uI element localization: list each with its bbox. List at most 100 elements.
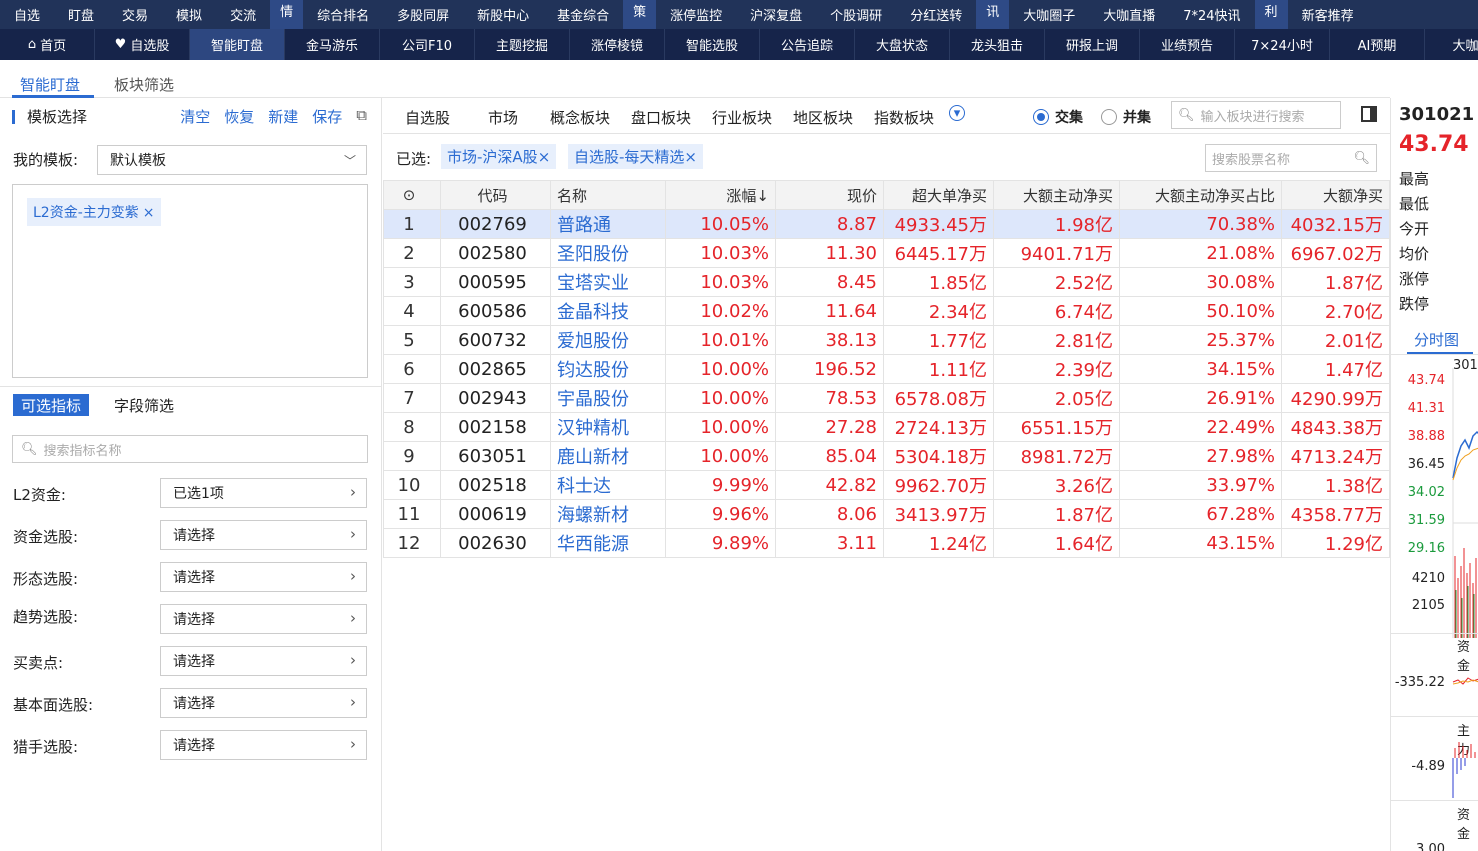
table-row[interactable]: 10 002518 科士达 9.99% 42.82 9962.70万 3.26亿 33.97%…	[383, 470, 1390, 500]
tab-zhineng-dingpan[interactable]: 智能盯盘	[20, 74, 80, 95]
new-button[interactable]: 新建	[268, 106, 298, 127]
save-button[interactable]: 保存	[312, 106, 342, 127]
tab-bankuai-shaixuan[interactable]: 板块筛选	[114, 74, 174, 95]
tab-intraday[interactable]: 分时图	[1414, 329, 1459, 350]
nav2-item[interactable]: 业绩预告	[1140, 29, 1235, 60]
nav2-zhineng-dingpan[interactable]: 智能盯盘	[190, 29, 285, 60]
settings-icon[interactable]: ⊙	[383, 180, 441, 210]
col-header[interactable]: 名称	[550, 180, 666, 210]
nav2-item[interactable]: 公告追踪	[760, 29, 855, 60]
nav-dingpan[interactable]: 盯盘	[54, 0, 108, 29]
stock-name[interactable]: 圣阳股份	[550, 238, 666, 268]
stock-name[interactable]: 宝塔实业	[550, 267, 666, 297]
copy-icon[interactable]: ⧉	[356, 106, 367, 127]
nav-diaoyan[interactable]: 个股调研	[816, 0, 896, 29]
table-row[interactable]: 12 002630 华西能源 9.89% 3.11 1.24亿 1.64亿 43.15% 1.2…	[383, 528, 1390, 558]
radio-union[interactable]: 并集	[1101, 107, 1151, 127]
stock-name[interactable]: 科士达	[550, 470, 666, 500]
col-header[interactable]: 大额主动净买占比	[1119, 180, 1282, 210]
stock-name[interactable]: 钧达股份	[550, 354, 666, 384]
tab-field-filter[interactable]: 字段筛选	[106, 394, 182, 416]
filter-select[interactable]: 请选择 ›	[160, 604, 367, 634]
col-header[interactable]: 大额主动净买	[993, 180, 1120, 210]
nav-zonghe[interactable]: 综合排名	[303, 0, 383, 29]
col-header-sorted[interactable]: 涨幅↓	[665, 180, 776, 210]
filter-select[interactable]: 请选择 ›	[160, 688, 367, 718]
cat-tab-zixuangu[interactable]: 自选股	[405, 107, 450, 128]
nav2-item[interactable]: 金马游乐	[285, 29, 380, 60]
cat-tab-pankou[interactable]: 盘口板块	[631, 107, 691, 128]
nav2-item[interactable]: 研报上调	[1045, 29, 1140, 60]
nav2-item[interactable]: 龙头狙击	[950, 29, 1045, 60]
nav-jiaoyi[interactable]: 交易	[108, 0, 162, 29]
cat-tab-zhishu[interactable]: 指数板块	[874, 107, 934, 128]
filter-select[interactable]: 请选择 ›	[160, 646, 367, 676]
stock-name[interactable]: 汉钟精机	[550, 412, 666, 442]
nav2-item[interactable]: 大咖圈	[1425, 29, 1478, 60]
nav-xinke[interactable]: 新客推荐	[1288, 0, 1368, 29]
remove-chip-icon[interactable]: ×	[538, 148, 551, 166]
nav2-item[interactable]: AI预期	[1330, 29, 1425, 60]
nav-duogu[interactable]: 多股同屏	[383, 0, 463, 29]
table-row[interactable]: 7 002943 宇晶股份 10.00% 78.53 6578.08万 2.05亿 26.91…	[383, 383, 1390, 413]
nav2-item[interactable]: 7×24小时	[1235, 29, 1330, 60]
stock-name[interactable]: 宇晶股份	[550, 383, 666, 413]
cat-tab-shichang[interactable]: 市场	[488, 107, 518, 128]
col-header[interactable]: 现价	[775, 180, 884, 210]
nav2-item[interactable]: 主题挖掘	[475, 29, 570, 60]
nav-zhangting[interactable]: 涨停监控	[656, 0, 736, 29]
clear-button[interactable]: 清空	[180, 106, 210, 127]
table-row[interactable]: 5 600732 爱旭股份 10.01% 38.13 1.77亿 2.81亿 25.37% 2.…	[383, 325, 1390, 355]
cat-tab-hangye[interactable]: 行业板块	[712, 107, 772, 128]
nav-zhibo[interactable]: 大咖直播	[1089, 0, 1169, 29]
table-row[interactable]: 6 002865 钧达股份 10.00% 196.52 1.11亿 2.39亿 34.15% 1…	[383, 354, 1390, 384]
table-row[interactable]: 11 000619 海螺新材 9.96% 8.06 3413.97万 1.87亿 67.28%…	[383, 499, 1390, 529]
block-search-input[interactable]: 🔍︎ 输入板块进行搜索	[1171, 101, 1341, 129]
nav-fenhong[interactable]: 分红送转	[896, 0, 976, 29]
remove-chip-icon[interactable]: ×	[143, 205, 155, 221]
expand-icon[interactable]: ▾	[949, 105, 965, 121]
nav2-item[interactable]: 大盘状态	[855, 29, 950, 60]
nav-zixuan[interactable]: 自选	[0, 0, 54, 29]
stock-name[interactable]: 爱旭股份	[550, 325, 666, 355]
filter-select[interactable]: 请选择 ›	[160, 520, 367, 550]
filter-select[interactable]: 已选1项 ›	[160, 478, 367, 508]
cat-tab-gainian[interactable]: 概念板块	[550, 107, 610, 128]
table-row[interactable]: 8 002158 汉钟精机 10.00% 27.28 2724.13万 6551.15万 22…	[383, 412, 1390, 442]
nav2-item[interactable]: 智能选股	[665, 29, 760, 60]
nav-fupan[interactable]: 沪深复盘	[736, 0, 816, 29]
stock-search-input[interactable]: 搜索股票名称 🔍︎	[1205, 144, 1377, 172]
filter-select[interactable]: 请选择 ›	[160, 562, 367, 592]
col-header[interactable]: 超大单净买	[883, 180, 994, 210]
col-header[interactable]: 代码	[440, 180, 551, 210]
stock-name[interactable]: 鹿山新材	[550, 441, 666, 471]
stock-name[interactable]: 普路通	[550, 209, 666, 239]
stock-name[interactable]: 华西能源	[550, 528, 666, 558]
table-row[interactable]: 1 002769 普路通 10.05% 8.87 4933.45万 1.98亿 70.38% 4…	[383, 209, 1390, 239]
nav2-item[interactable]: 公司F10	[380, 29, 475, 60]
table-row[interactable]: 3 000595 宝塔实业 10.03% 8.45 1.85亿 2.52亿 30.08% 1.8…	[383, 267, 1390, 297]
tab-indicators[interactable]: 可选指标	[13, 394, 90, 416]
nav-xingu[interactable]: 新股中心	[463, 0, 543, 29]
template-select[interactable]: 默认模板 ﹀	[97, 145, 367, 175]
restore-button[interactable]: 恢复	[224, 106, 254, 127]
stock-name[interactable]: 海螺新材	[550, 499, 666, 529]
panel-toggle-icon[interactable]	[1361, 106, 1377, 122]
nav-jiaoliu[interactable]: 交流	[216, 0, 270, 29]
col-header[interactable]: 大额净买	[1281, 180, 1390, 210]
nav2-item[interactable]: 涨停棱镜	[570, 29, 665, 60]
table-row[interactable]: 9 603051 鹿山新材 10.00% 85.04 5304.18万 8981.72万 27…	[383, 441, 1390, 471]
nav-quanzi[interactable]: 大咖圈子	[1009, 0, 1089, 29]
indicator-search-input[interactable]: 🔍︎ 搜索指标名称	[12, 435, 368, 463]
remove-chip-icon[interactable]: ×	[684, 148, 697, 166]
nav-jijin[interactable]: 基金综合	[543, 0, 623, 29]
nav2-zixuangu[interactable]: ♥ 自选股	[95, 29, 190, 60]
filter-select[interactable]: 请选择 ›	[160, 730, 367, 760]
table-row[interactable]: 4 600586 金晶科技 10.02% 11.64 2.34亿 6.74亿 50.10% 2.…	[383, 296, 1390, 326]
nav-kuaixun[interactable]: 7*24快讯	[1169, 0, 1254, 29]
radio-intersection[interactable]: 交集	[1033, 107, 1083, 127]
stock-name[interactable]: 金晶科技	[550, 296, 666, 326]
nav-moni[interactable]: 模拟	[162, 0, 216, 29]
nav2-home[interactable]: ⌂ 首页	[0, 29, 95, 60]
cat-tab-diqu[interactable]: 地区板块	[793, 107, 853, 128]
